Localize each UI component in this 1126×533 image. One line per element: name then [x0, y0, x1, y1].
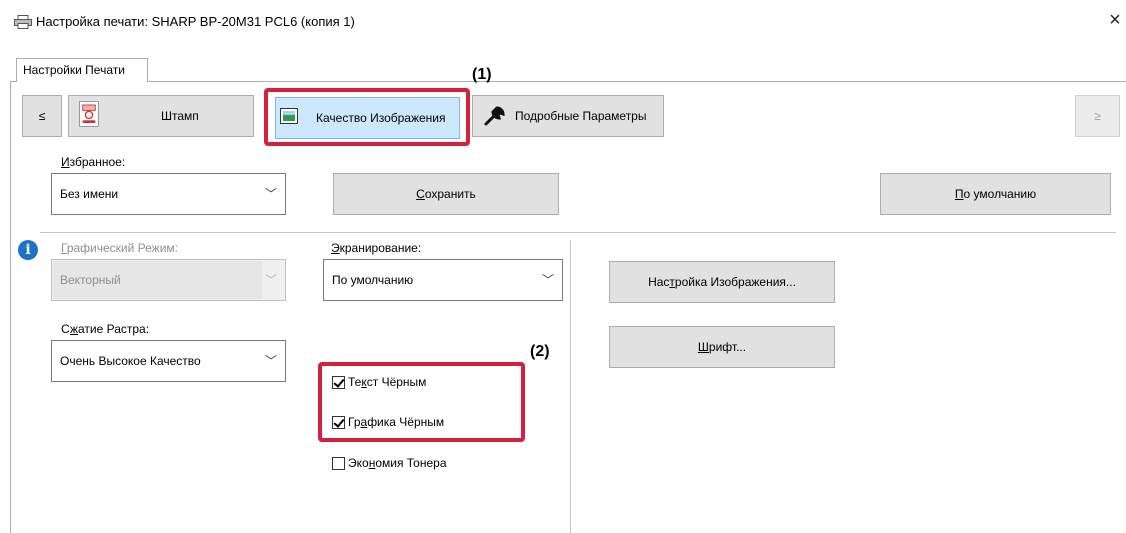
- scroll-right-button[interactable]: ≥: [1075, 95, 1120, 137]
- font-button[interactable]: Шрифт...: [609, 326, 835, 368]
- stamp-icon: [79, 101, 99, 127]
- divider: [40, 232, 1116, 233]
- toner-save-label: Экономия Тонера: [348, 456, 447, 470]
- text-black-checkbox[interactable]: Текст Чёрным: [332, 375, 426, 389]
- info-icon[interactable]: i: [18, 240, 38, 260]
- annotation-2: (2): [530, 343, 550, 360]
- highlight-box-2: [318, 362, 525, 442]
- toner-save-checkbox[interactable]: Экономия Тонера: [332, 456, 447, 470]
- screening-value: По умолчанию: [332, 273, 414, 287]
- highlight-box-1: [264, 88, 470, 146]
- chevron-down-icon: ﹀: [541, 273, 554, 287]
- default-button[interactable]: По умолчанию: [880, 173, 1111, 215]
- chevron-down-icon: ﹀: [264, 187, 277, 201]
- stamp-tab-label: Штамп: [161, 109, 199, 123]
- annotation-1: (1): [472, 66, 492, 83]
- tab-panel: [10, 81, 1126, 533]
- scroll-left-button[interactable]: ≤: [22, 95, 62, 137]
- graphics-black-label: Графика Чёрным: [348, 415, 445, 429]
- favorites-dropdown[interactable]: Без имени ﹀: [51, 173, 286, 215]
- graphics-mode-value: Векторный: [60, 273, 121, 287]
- text-black-label: Текст Чёрным: [348, 375, 427, 389]
- raster-compression-value: Очень Высокое Качество: [60, 354, 201, 368]
- raster-compression-label: Сжатие Растра:: [61, 322, 150, 336]
- chevron-down-icon: ﹀: [264, 354, 277, 368]
- favorites-value: Без имени: [60, 187, 119, 201]
- raster-compression-dropdown[interactable]: Очень Высокое Качество ﹀: [51, 340, 286, 382]
- graphics-mode-dropdown[interactable]: Векторный ﹀: [51, 259, 286, 301]
- tab-print-settings[interactable]: Настройки Печати: [16, 58, 148, 82]
- graphics-black-checkbox[interactable]: Графика Чёрным: [332, 415, 444, 429]
- screening-dropdown[interactable]: По умолчанию ﹀: [323, 259, 563, 301]
- column-separator: [570, 240, 571, 533]
- text-black-check[interactable]: [332, 375, 345, 389]
- image-settings-button[interactable]: Настройка Изображения...: [609, 261, 835, 303]
- detailed-params-tab-button[interactable]: Подробные Параметры: [472, 95, 664, 137]
- screening-label: Экранирование:: [331, 241, 422, 255]
- graphics-black-check[interactable]: [332, 415, 345, 429]
- graphics-mode-label: Графический Режим:: [61, 241, 178, 255]
- printer-icon: [14, 15, 32, 29]
- toner-save-check[interactable]: [332, 456, 345, 470]
- chevron-down-icon: ﹀: [264, 273, 277, 287]
- favorites-label: Избранное:: [61, 155, 126, 169]
- wrench-icon: [484, 106, 505, 126]
- close-button[interactable]: ×: [1104, 9, 1126, 31]
- save-button[interactable]: Сохранить: [333, 173, 559, 215]
- detailed-params-tab-label: Подробные Параметры: [515, 109, 647, 123]
- window-title: Настройка печати: SHARP BP-20M31 PCL6 (к…: [36, 14, 355, 29]
- stamp-tab-button[interactable]: Штамп: [68, 95, 254, 137]
